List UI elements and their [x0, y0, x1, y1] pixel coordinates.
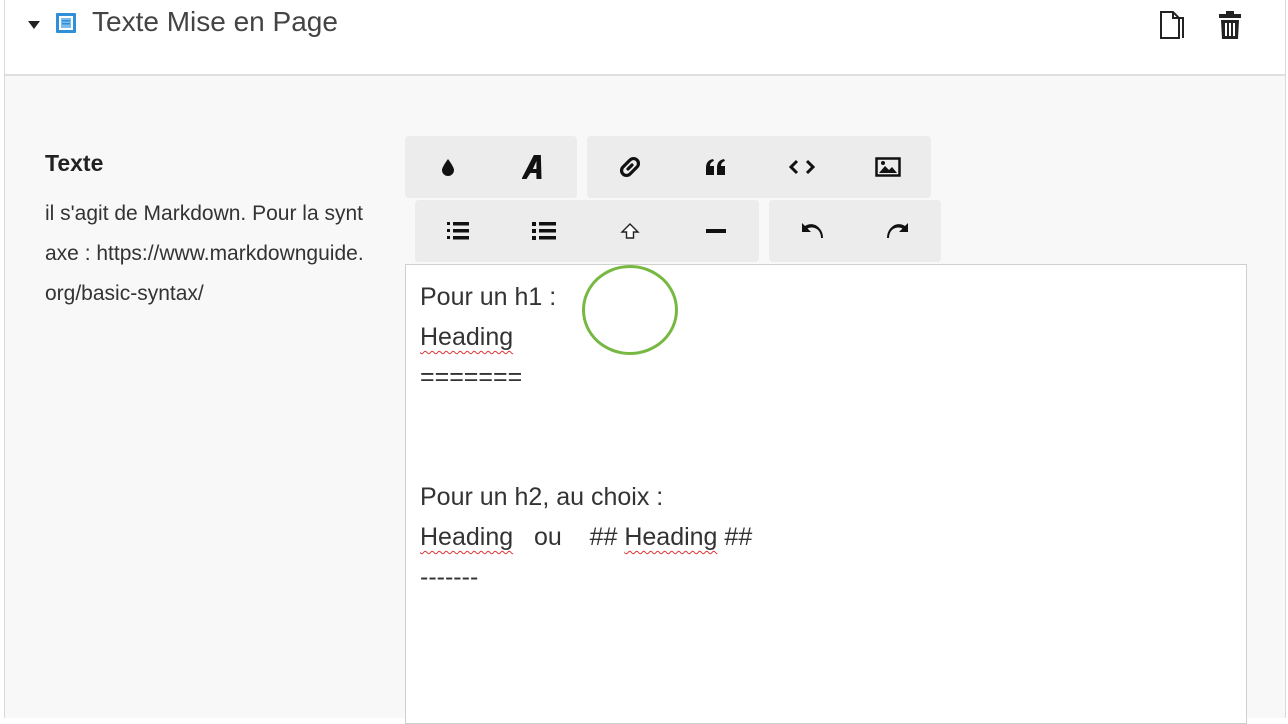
editor-line: Pour un h1 : [420, 283, 557, 311]
block-title: Texte Mise en Page [92, 6, 338, 37]
quote-icon[interactable] [673, 136, 759, 198]
link-icon[interactable] [587, 136, 673, 198]
unordered-list-icon[interactable] [501, 200, 587, 262]
editor-line-empty [420, 397, 1232, 437]
toolbar-group-blocks [415, 200, 759, 262]
caret-down-icon[interactable] [27, 18, 41, 32]
toolbar-group-history [769, 200, 941, 262]
horizontal-rule-icon[interactable] [673, 200, 759, 262]
ordered-list-icon[interactable] [415, 200, 501, 262]
heading-icon[interactable] [587, 200, 673, 262]
toolbar-group-insert [587, 136, 931, 198]
editor-text: ou ## [513, 523, 625, 551]
editor-word: Heading [420, 323, 514, 351]
block-panel: Texte Mise en Page Texte il s'agit de Ma… [4, 0, 1286, 724]
field-help-text: il s'agit de Markdown. Pour la syntaxe :… [45, 202, 364, 305]
color-drop-icon[interactable] [405, 136, 491, 198]
block-icon [55, 12, 77, 34]
block-header: Texte Mise en Page [5, 0, 1285, 76]
code-icon[interactable] [759, 136, 845, 198]
field-label: Texte [45, 150, 104, 176]
editor-text: ## [717, 523, 753, 551]
undo-icon[interactable] [769, 200, 855, 262]
block-body: Texte il s'agit de Markdown. Pour la syn… [5, 76, 1285, 724]
toolbar-group-style [405, 136, 577, 198]
font-icon[interactable] [491, 136, 577, 198]
trash-icon[interactable] [1213, 8, 1247, 42]
redo-icon[interactable] [855, 200, 941, 262]
markdown-editor[interactable]: Pour un h1 : Heading ======= Pour un h2, au… [405, 264, 1247, 724]
editor-line: ------- [420, 563, 479, 591]
editor-line: ======= [420, 363, 523, 391]
editor-line: Heading ou ## Heading ## [420, 517, 1232, 557]
image-icon[interactable] [845, 136, 931, 198]
editor-line: Pour un h2, au choix : [420, 483, 664, 511]
editor-word: Heading [624, 523, 718, 551]
duplicate-icon[interactable] [1155, 8, 1189, 42]
editor-line: Heading [420, 317, 1232, 357]
editor-line-empty [420, 437, 1232, 477]
editor-word: Heading [420, 523, 514, 551]
